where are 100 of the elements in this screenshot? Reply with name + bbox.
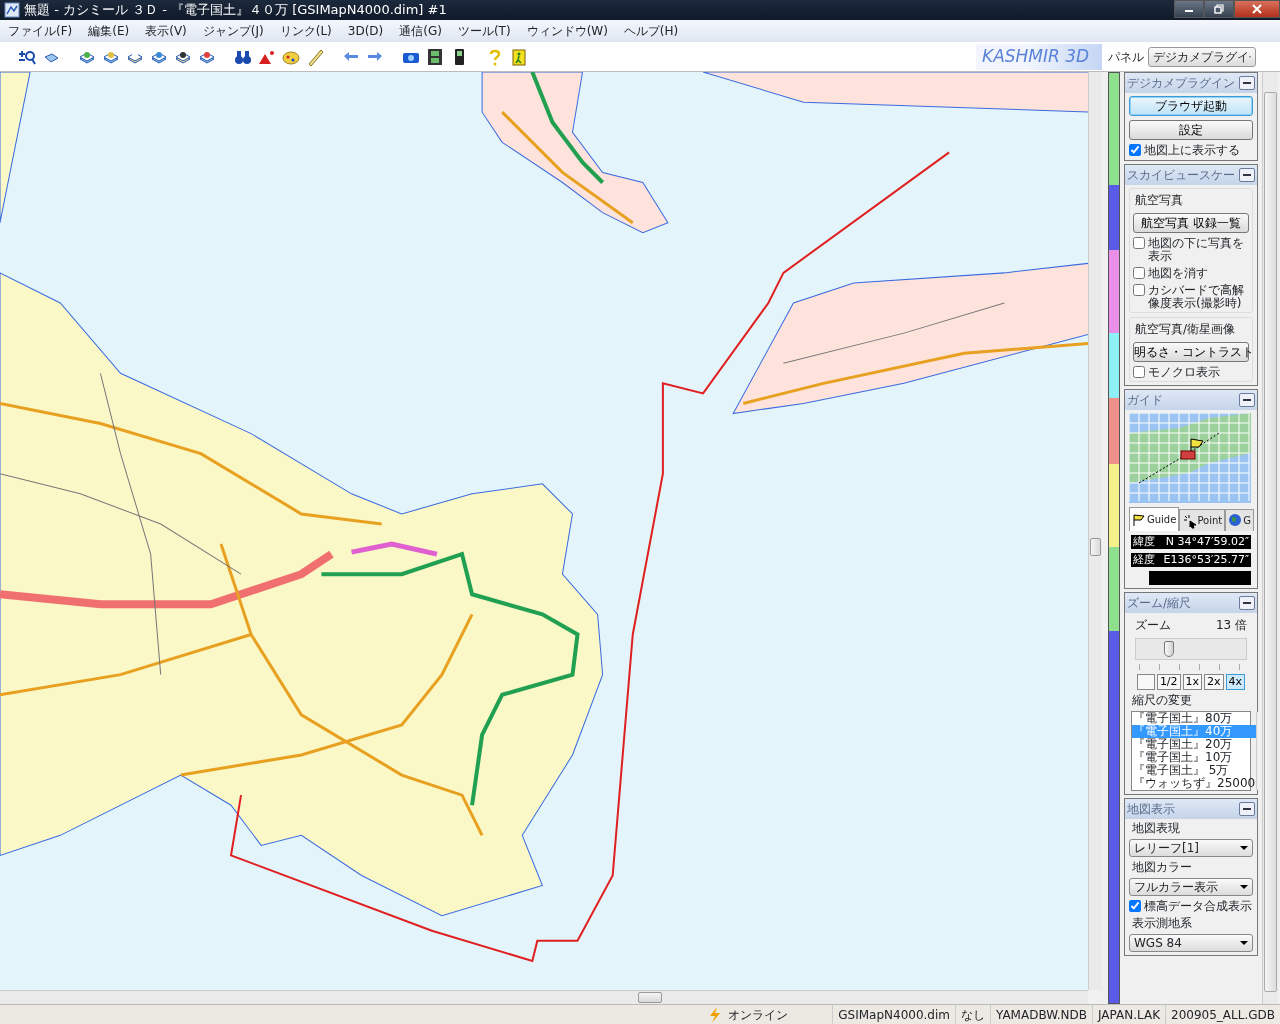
checkbox-label: 地図を消す: [1148, 267, 1208, 280]
globe-icon: [1228, 512, 1243, 529]
flag-icon: [1132, 511, 1146, 528]
scale-list-item[interactable]: 『電子国土』80万: [1132, 712, 1257, 725]
minimize-button[interactable]: [1239, 596, 1255, 610]
logo: KASHMIR 3D: [976, 43, 1102, 70]
scale-list-item[interactable]: 『電子国土』10万: [1132, 751, 1257, 764]
checkbox-label: 標高データ合成表示: [1144, 900, 1252, 913]
checkbox[interactable]: [1129, 144, 1141, 156]
field-label: 地図表現: [1131, 822, 1181, 835]
menu-item[interactable]: 通信(G): [391, 22, 450, 40]
menu-item[interactable]: リンク(L): [271, 22, 340, 40]
panel-label: パネル: [1108, 48, 1144, 66]
exit-icon[interactable]: [510, 47, 528, 66]
menu-item[interactable]: 編集(E): [80, 22, 138, 40]
panel-scrollbar[interactable]: [1262, 72, 1278, 1004]
checkbox-label: モノクロ表示: [1148, 366, 1220, 379]
panel-title: デジカメプラグイン: [1127, 75, 1235, 92]
menu-item[interactable]: 3D(D): [339, 22, 392, 40]
map-vertical-scrollbar[interactable]: [1088, 72, 1102, 990]
status-cell: なし: [955, 1004, 990, 1024]
dropdown[interactable]: WGS 84: [1129, 934, 1253, 952]
close-button[interactable]: [1234, 0, 1280, 18]
dropdown-caret-icon: [1240, 884, 1248, 890]
plugin-button[interactable]: ブラウザ起動: [1129, 96, 1253, 116]
checkbox-label: 地図上に表示する: [1144, 144, 1240, 157]
scale-list-item[interactable]: 『ウォッちず』25000: [1132, 777, 1257, 790]
minimize-icon: [1243, 173, 1251, 177]
ruler-icon[interactable]: [306, 47, 324, 66]
status-cell: YAMADBW.NDB: [990, 1004, 1092, 1024]
zoom-label: ズーム: [1135, 617, 1171, 634]
dropdown[interactable]: レリーフ[1]: [1129, 839, 1253, 857]
minimize-button[interactable]: [1174, 0, 1204, 18]
checkbox[interactable]: [1129, 900, 1141, 912]
scrollbar-thumb[interactable]: [1264, 92, 1277, 992]
dropdown-caret-icon: [1240, 845, 1248, 851]
coordinate-label: 緯度: [1133, 535, 1155, 549]
menu-item[interactable]: 表示(V): [137, 22, 195, 40]
map-horizontal-scrollbar[interactable]: [0, 990, 1088, 1004]
guide-tab[interactable]: G: [1225, 509, 1254, 531]
zoom-button[interactable]: 1x: [1182, 674, 1203, 690]
panel-title: ズーム/縮尺: [1127, 595, 1192, 612]
lightning-icon: [708, 1006, 723, 1023]
coordinate-value: N 34°47′59.02″: [1165, 535, 1249, 549]
scale-list-item[interactable]: 『電子国土』 5万: [1132, 764, 1257, 777]
zoom-button[interactable]: 1/2: [1156, 674, 1181, 690]
minimize-button[interactable]: [1239, 168, 1255, 182]
field-label: 表示測地系: [1131, 917, 1193, 930]
menu-item[interactable]: ジャンプ(J): [194, 22, 272, 40]
zoom-button[interactable]: 2x: [1204, 674, 1224, 690]
scale-list-item[interactable]: 『電子国土』20万: [1132, 738, 1257, 751]
checkbox[interactable]: [1133, 366, 1145, 378]
minimize-icon: [1243, 601, 1251, 605]
checkbox-label: カシバードで高解像度表示(撮影時): [1148, 284, 1245, 310]
panel-title: 地図表示: [1127, 801, 1175, 818]
field-label: 地図カラー: [1131, 861, 1193, 874]
dropdown[interactable]: フルカラー表示: [1129, 878, 1253, 896]
restore-button[interactable]: [1204, 0, 1234, 18]
checkbox[interactable]: [1133, 267, 1145, 279]
panel-title: スカイビュースケー: [1127, 167, 1235, 184]
minimize-icon: [1243, 398, 1251, 402]
minimize-button[interactable]: [1239, 393, 1255, 407]
cursor-icon: [1182, 512, 1197, 529]
panel-select[interactable]: デジカメプラグイ: [1148, 46, 1256, 67]
dropdown-caret-icon: [1240, 940, 1248, 946]
menu-item[interactable]: ヘルプ(H): [615, 22, 687, 40]
menu-item[interactable]: ウィンドウ(W): [518, 22, 616, 40]
checkbox-label: 地図の下に写真を表示: [1148, 237, 1245, 263]
status-cell: 200905_ALL.GDB: [1165, 1004, 1280, 1024]
window-title: 無題 - カシミール ３Ｄ - 『電子国土』４０万 [GSIMapN4000.dim] #1: [24, 1, 447, 20]
guide-tab[interactable]: Guide: [1129, 507, 1180, 531]
panel-title: ガイド: [1127, 392, 1163, 409]
panel-button[interactable]: 明るさ・コントラスト: [1133, 342, 1249, 362]
group-title: 航空写真: [1134, 192, 1184, 209]
checkbox[interactable]: [1133, 237, 1145, 249]
scrollbar-thumb[interactable]: [1090, 538, 1101, 556]
connection-status: オンライン: [728, 1006, 789, 1024]
menu-item[interactable]: ツール(T): [449, 22, 519, 40]
scrollbar-thumb[interactable]: [638, 992, 662, 1003]
minimize-button[interactable]: [1239, 76, 1255, 90]
status-cell: GSIMapN4000.dim: [832, 1004, 955, 1024]
minimize-icon: [1243, 81, 1251, 85]
menu-item[interactable]: ファイル(F): [0, 22, 81, 40]
panel-button[interactable]: 航空写真 収録一覧: [1133, 213, 1249, 233]
guide-tab[interactable]: Point: [1179, 509, 1226, 531]
blank-button[interactable]: [1136, 674, 1155, 690]
plugin-button[interactable]: 設定: [1129, 120, 1253, 140]
checkbox[interactable]: [1133, 284, 1145, 296]
close-icon: [1252, 4, 1262, 14]
zoom-button[interactable]: 4x: [1225, 674, 1246, 690]
coordinate-label: 経度: [1133, 553, 1155, 567]
minimize-icon: [1243, 807, 1251, 811]
coordinate-value: E136°53′25.77″: [1163, 553, 1249, 567]
app-icon: [4, 2, 20, 18]
film-icon[interactable]: [426, 47, 444, 66]
status-cell: JAPAN.LAK: [1091, 1004, 1165, 1024]
scale-heading: 縮尺の変更: [1131, 694, 1193, 707]
slider-thumb[interactable]: [1164, 641, 1174, 657]
minimize-button[interactable]: [1239, 802, 1255, 816]
group-title: 航空写真/衛星画像: [1134, 321, 1237, 338]
